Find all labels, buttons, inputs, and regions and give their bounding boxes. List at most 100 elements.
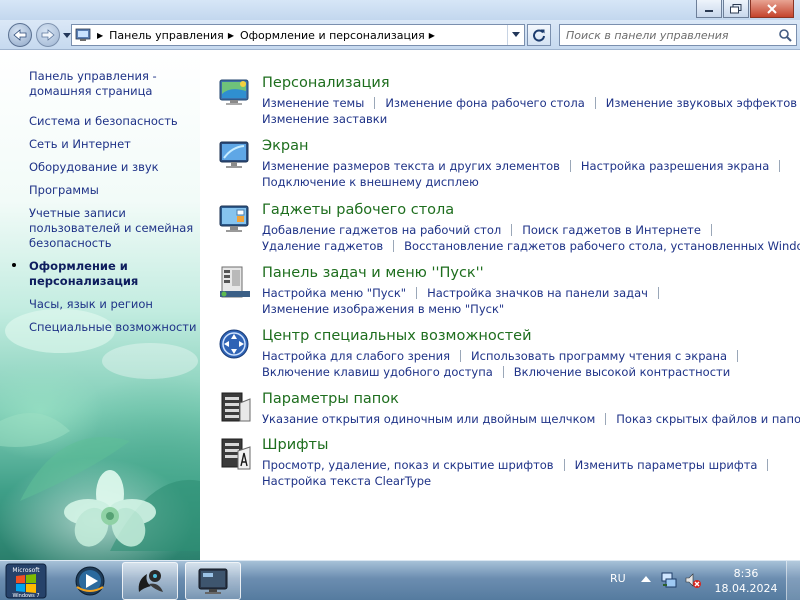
category-title[interactable]: Персонализация <box>262 75 390 91</box>
taskbar-media-player[interactable] <box>62 562 118 600</box>
link-separator <box>569 160 571 172</box>
sidebar-item-user-accounts[interactable]: Учетные записи пользователей и семейная … <box>29 206 197 251</box>
link-row: Настройка текста ClearType <box>262 473 800 489</box>
control-panel-window-icon <box>198 568 228 594</box>
maximize-button[interactable] <box>723 0 749 18</box>
taskbar-icon[interactable] <box>218 265 252 299</box>
link-row: Подключение к внешнему дисплею <box>262 174 800 190</box>
task-link[interactable]: Настройка меню "Пуск" <box>262 286 406 300</box>
link-row: Просмотр, удаление, показ и скрытие шриф… <box>262 457 800 473</box>
ease-of-access-icon[interactable] <box>218 328 252 362</box>
task-link[interactable]: Поиск гаджетов в Интернете <box>522 223 701 237</box>
start-button[interactable]: Microsoft Windows 7 <box>4 562 48 600</box>
task-link[interactable]: Удаление гаджетов <box>262 239 383 253</box>
task-link[interactable]: Настройка значков на панели задач <box>427 286 648 300</box>
show-desktop-button[interactable] <box>786 561 800 600</box>
link-separator <box>767 459 769 471</box>
task-link[interactable]: Изменение темы <box>262 96 364 110</box>
task-link[interactable]: Изменение размеров текста и других элеме… <box>262 159 560 173</box>
task-link[interactable]: Включение высокой контрастности <box>514 365 730 379</box>
arrow-right-icon <box>41 29 55 41</box>
svg-text:Microsoft: Microsoft <box>12 567 40 574</box>
task-link[interactable]: Подключение к внешнему дисплею <box>262 175 479 189</box>
clock-time: 8:36 <box>733 567 759 580</box>
taskbar: Microsoft Windows 7 RU 8:36 18.04.2024 <box>0 560 800 600</box>
task-link[interactable]: Использовать программу чтения с экрана <box>471 349 727 363</box>
fonts-icon[interactable] <box>218 437 252 471</box>
category-title[interactable]: Гаджеты рабочего стола <box>262 202 454 218</box>
sidebar-item-appearance-current: Оформление и персонализация <box>12 259 197 289</box>
breadcrumb-separator-icon[interactable]: ▶ <box>429 31 435 40</box>
task-link[interactable]: Настройка текста ClearType <box>262 474 431 488</box>
category-title[interactable]: Панель задач и меню ''Пуск'' <box>262 265 484 281</box>
category-title[interactable]: Центр специальных возможностей <box>262 328 532 344</box>
task-link[interactable]: Включение клавиш удобного доступа <box>262 365 493 379</box>
task-link[interactable]: Изменение изображения в меню "Пуск" <box>262 302 504 316</box>
task-link[interactable]: Восстановление гаджетов рабочего стола, … <box>404 239 800 253</box>
taskbar-personalization-app[interactable] <box>122 562 178 600</box>
link-row: Удаление гаджетов Восстановление гаджетов… <box>262 238 800 254</box>
navigation-bar: ▶ Панель управления ▶ Оформление и персо… <box>0 20 800 50</box>
link-row: Изменение заставки <box>262 111 800 127</box>
address-bar[interactable]: ▶ Панель управления ▶ Оформление и персо… <box>71 24 525 46</box>
link-separator <box>779 160 781 172</box>
task-link[interactable]: Изменение звуковых эффектов <box>606 96 797 110</box>
volume-muted-icon[interactable] <box>684 571 702 589</box>
link-separator <box>502 366 504 378</box>
search-input[interactable] <box>560 25 770 45</box>
taskbar-control-panel-window[interactable] <box>185 562 241 600</box>
minimize-button[interactable] <box>696 0 722 18</box>
task-link[interactable]: Изменить параметры шрифта <box>575 458 758 472</box>
task-link[interactable]: Указание открытия одиночным или двойным … <box>262 412 595 426</box>
language-indicator[interactable]: RU <box>610 572 626 585</box>
task-link[interactable]: Настройка для слабого зрения <box>262 349 450 363</box>
sidebar-item-system-security[interactable]: Система и безопасность <box>29 114 197 129</box>
network-icon[interactable] <box>660 571 678 589</box>
task-link[interactable]: Настройка разрешения экрана <box>581 159 769 173</box>
close-button[interactable] <box>750 0 794 18</box>
category-links: Настройка для слабого зрения Использовать… <box>262 348 800 380</box>
link-separator <box>605 413 607 425</box>
sidebar-item-ease-of-access[interactable]: Специальные возможности <box>29 320 197 335</box>
sidebar-item-control-panel-home[interactable]: Панель управления - домашняя страница <box>29 69 197 99</box>
sidebar-item-hardware-sound[interactable]: Оборудование и звук <box>29 160 197 175</box>
chevron-down-icon <box>512 32 520 37</box>
link-row: Добавление гаджетов на рабочий стол Поиск… <box>262 222 800 238</box>
search-box <box>559 24 797 46</box>
personalization-app-icon <box>138 570 163 592</box>
gadgets-icon[interactable] <box>218 202 252 236</box>
show-hidden-icons-icon[interactable] <box>641 575 651 583</box>
task-link[interactable]: Добавление гаджетов на рабочий стол <box>262 223 501 237</box>
category-title[interactable]: Параметры папок <box>262 391 399 407</box>
breadcrumb-appearance[interactable]: Оформление и персонализация <box>240 29 425 42</box>
sidebar-item-programs[interactable]: Программы <box>29 183 197 198</box>
control-panel-icon <box>75 28 91 41</box>
refresh-button[interactable] <box>527 24 551 46</box>
link-separator <box>511 224 513 236</box>
task-link[interactable]: Изменение заставки <box>262 112 387 126</box>
left-navigation-pane: Панель управления - домашняя страница Си… <box>0 51 200 560</box>
personalization-icon[interactable] <box>218 75 252 109</box>
forward-button[interactable] <box>36 23 60 47</box>
recent-pages-dropdown-icon[interactable] <box>63 31 71 39</box>
address-history-dropdown[interactable] <box>507 25 524 45</box>
link-row: Изменение размеров текста и других элеме… <box>262 158 800 174</box>
search-icon[interactable] <box>778 28 792 42</box>
breadcrumb-control-panel[interactable]: Панель управления <box>109 29 224 42</box>
system-clock[interactable]: 8:36 18.04.2024 <box>714 566 778 596</box>
display-icon[interactable] <box>218 138 252 172</box>
back-button[interactable] <box>8 23 32 47</box>
sidebar-item-network-internet[interactable]: Сеть и Интернет <box>29 137 197 152</box>
folder-options-icon[interactable] <box>218 391 252 425</box>
task-link[interactable]: Изменение фона рабочего стола <box>385 96 584 110</box>
category-title[interactable]: Экран <box>262 138 308 154</box>
restore-icon <box>730 3 742 13</box>
sidebar-item-clock-language-region[interactable]: Часы, язык и регион <box>29 297 197 312</box>
category-links: Просмотр, удаление, показ и скрытие шриф… <box>262 457 800 489</box>
category-links: Указание открытия одиночным или двойным … <box>262 411 800 427</box>
task-link[interactable]: Показ скрытых файлов и папок <box>616 412 800 426</box>
task-link[interactable]: Просмотр, удаление, показ и скрытие шриф… <box>262 458 554 472</box>
category-title[interactable]: Шрифты <box>262 437 328 453</box>
arrow-left-icon <box>13 29 27 41</box>
link-row: Изменение темы Изменение фона рабочего ст… <box>262 95 800 111</box>
